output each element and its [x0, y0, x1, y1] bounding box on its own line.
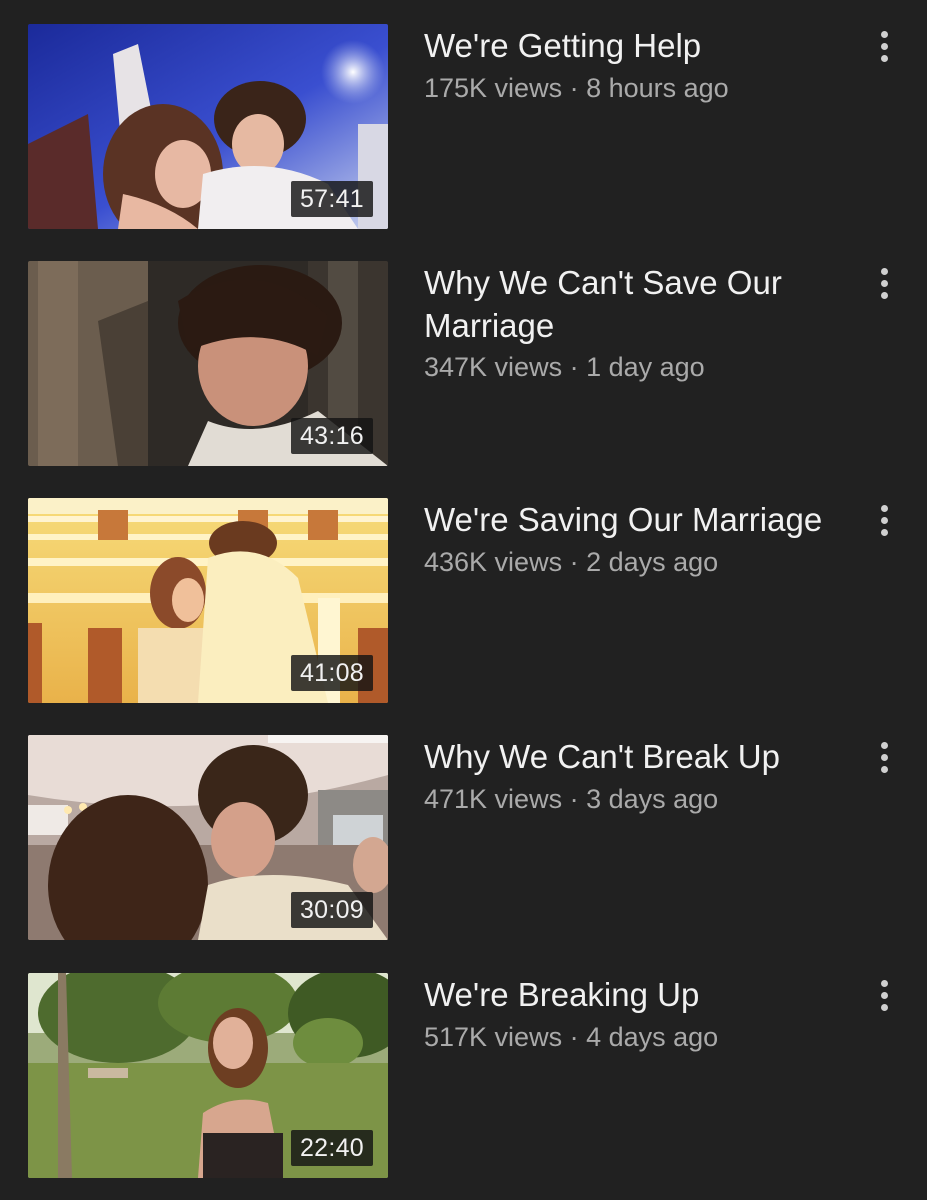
view-count: 436K views	[424, 547, 563, 577]
video-meta: 517K views · 4 days ago	[424, 1019, 718, 1055]
video-thumbnail[interactable]: 30:09	[28, 735, 388, 940]
upload-age: 1 day ago	[586, 352, 705, 382]
upload-age: 8 hours ago	[586, 73, 729, 103]
video-duration: 41:08	[290, 655, 373, 691]
video-item[interactable]: 57:41 We're Getting Help 175K views · 8 …	[0, 24, 927, 230]
meta-separator: ·	[562, 1022, 587, 1052]
meta-separator: ·	[562, 784, 587, 814]
video-meta: 471K views · 3 days ago	[424, 781, 718, 817]
video-item[interactable]: 30:09 Why We Can't Break Up 471K views ·…	[0, 735, 927, 941]
video-item[interactable]: 22:40 We're Breaking Up 517K views · 4 d…	[0, 973, 927, 1179]
video-meta: 436K views · 2 days ago	[424, 544, 718, 580]
view-count: 471K views	[424, 784, 563, 814]
more-vert-icon[interactable]	[868, 261, 900, 305]
more-vert-icon[interactable]	[868, 735, 900, 779]
video-duration: 57:41	[290, 181, 373, 217]
video-thumbnail[interactable]: 43:16	[28, 261, 388, 466]
video-thumbnail[interactable]: 41:08	[28, 498, 388, 703]
view-count: 175K views	[424, 73, 563, 103]
more-vert-icon[interactable]	[868, 24, 900, 68]
view-count: 347K views	[424, 352, 563, 382]
video-title[interactable]: We're Breaking Up	[424, 973, 854, 1016]
video-title[interactable]: We're Getting Help	[424, 24, 854, 67]
meta-separator: ·	[562, 547, 587, 577]
upload-age: 4 days ago	[586, 1022, 719, 1052]
video-duration: 43:16	[290, 418, 373, 454]
video-title[interactable]: Why We Can't Save Our Marriage	[424, 261, 854, 347]
meta-separator: ·	[562, 352, 587, 382]
video-duration: 22:40	[290, 1130, 373, 1166]
more-vert-icon[interactable]	[868, 973, 900, 1017]
upload-age: 3 days ago	[586, 784, 719, 814]
video-meta: 175K views · 8 hours ago	[424, 70, 729, 106]
video-thumbnail[interactable]: 22:40	[28, 973, 388, 1178]
view-count: 517K views	[424, 1022, 563, 1052]
upload-age: 2 days ago	[586, 547, 719, 577]
video-title[interactable]: We're Saving Our Marriage	[424, 498, 854, 541]
video-meta: 347K views · 1 day ago	[424, 349, 705, 385]
video-thumbnail[interactable]: 57:41	[28, 24, 388, 229]
video-item[interactable]: 43:16 Why We Can't Save Our Marriage 347…	[0, 261, 927, 467]
video-item[interactable]: 41:08 We're Saving Our Marriage 436K vie…	[0, 498, 927, 704]
video-title[interactable]: Why We Can't Break Up	[424, 735, 854, 778]
video-duration: 30:09	[290, 892, 373, 928]
video-list: 57:41 We're Getting Help 175K views · 8 …	[0, 0, 927, 1200]
meta-separator: ·	[562, 73, 587, 103]
more-vert-icon[interactable]	[868, 498, 900, 542]
